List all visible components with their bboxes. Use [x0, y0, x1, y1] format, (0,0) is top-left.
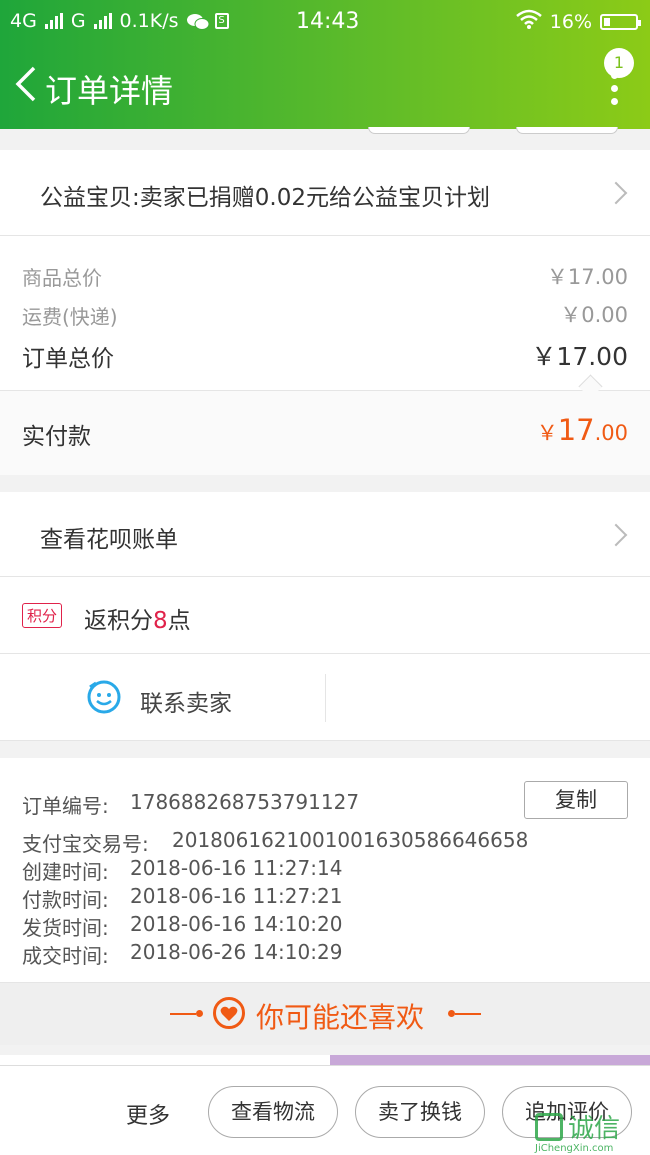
points-tag: 积分: [22, 603, 63, 628]
alipay-no-label: 支付宝交易号:: [22, 832, 149, 856]
dot-left: [196, 1010, 203, 1017]
copy-button[interactable]: 复制: [524, 781, 628, 819]
order-total-label: 订单总价: [22, 346, 114, 372]
signal-icon-2: [93, 13, 112, 29]
contact-seller-label: 联系卖家: [140, 691, 232, 717]
battery-percent: 16%: [549, 10, 592, 33]
nav-bar: 订单详情 1: [0, 42, 650, 129]
paid-time-value: 2018-06-16 11:27:21: [130, 884, 343, 908]
product-card-right[interactable]: [330, 1055, 650, 1065]
clock: 14:43: [296, 9, 360, 34]
wechat-icon: [186, 13, 210, 30]
paid-integer: 17: [557, 413, 595, 447]
contact-bar: 联系卖家: [0, 654, 650, 740]
paid-row: 实付款 ￥17.00: [0, 391, 650, 475]
shipping-label: 运费(快递): [22, 305, 118, 329]
paid-label: 实付款: [22, 424, 91, 450]
page-title: 订单详情: [45, 72, 174, 110]
chevron-right-icon: [604, 181, 628, 205]
shipped-time-label: 发货时间:: [22, 916, 109, 940]
order-total-value: ￥17.00: [531, 342, 628, 371]
order-no-value: 178688268753791127: [130, 790, 360, 814]
status-bar: 4G G 0.1K/s S 14:43 16%: [0, 0, 650, 42]
closed-time-value: 2018-06-26 14:10:29: [130, 940, 343, 964]
closed-time-label: 成交时间:: [22, 944, 109, 968]
sim-icon: S: [214, 13, 229, 29]
created-time-label: 创建时间:: [22, 860, 109, 884]
recommend-header: 你可能还喜欢: [0, 983, 650, 1045]
points-row: 积分 返积分8点: [0, 577, 650, 653]
more-menu-button[interactable]: [608, 72, 620, 112]
points-number: 8: [153, 608, 168, 634]
watermark-url: JiChengXin.com: [535, 1143, 614, 1154]
signal-icon: [44, 13, 63, 29]
created-time-value: 2018-06-16 11:27:14: [130, 856, 343, 880]
site-watermark: 诚信 JiChengXin.com: [535, 1108, 620, 1154]
chevron-right-icon: [604, 523, 628, 547]
paid-decimal: .00: [594, 421, 628, 445]
points-text: 返积分8点: [84, 601, 191, 635]
wifi-icon: [515, 9, 542, 34]
net-speed: 0.1K/s: [119, 10, 179, 32]
dot-right: [448, 1010, 455, 1017]
order-no-label: 订单编号:: [22, 794, 109, 818]
alipay-no-value: 2018061621001001630586646658: [172, 828, 529, 852]
collapsed-buttons-edge: [0, 127, 650, 149]
shipped-time-value: 2018-06-16 14:10:20: [130, 912, 343, 936]
heart-icon: [212, 996, 246, 1034]
order-info: 订单编号: 178688268753791127 复制 支付宝交易号: 2018…: [0, 758, 650, 982]
charity-row[interactable]: 公益宝贝:卖家已捐赠0.02元给公益宝贝计划: [0, 150, 650, 235]
huabei-bill-row[interactable]: 查看花呗账单: [0, 492, 650, 576]
watermark-text: 诚信: [568, 1114, 621, 1144]
divider-vertical: [325, 674, 326, 722]
points-prefix: 返积分: [84, 608, 153, 634]
goods-total-label: 商品总价: [22, 266, 102, 290]
shipping-value: ￥0.00: [560, 303, 628, 327]
watermark-logo-icon: [535, 1112, 563, 1141]
network-label: 4G: [10, 10, 37, 32]
dash-left: [170, 1013, 196, 1015]
product-card-left[interactable]: [0, 1055, 330, 1065]
paid-amount: ￥17.00: [537, 413, 628, 447]
battery-icon: [600, 13, 641, 30]
back-button[interactable]: [12, 64, 42, 104]
contact-seller-button[interactable]: 联系卖家: [0, 654, 325, 740]
resell-button[interactable]: 卖了换钱: [355, 1086, 485, 1138]
more-button[interactable]: 更多: [126, 1098, 170, 1130]
recommend-title: 你可能还喜欢: [256, 1001, 425, 1034]
goods-total-value: ￥17.00: [546, 265, 628, 289]
chevron-left-icon: [15, 66, 36, 102]
dash-right: [455, 1013, 481, 1015]
points-suffix: 点: [167, 608, 191, 634]
paid-time-label: 付款时间:: [22, 888, 109, 912]
charity-text: 公益宝贝:卖家已捐赠0.02元给公益宝贝计划: [40, 185, 490, 211]
chat-smile-icon: [86, 679, 122, 719]
message-badge: 1: [604, 48, 634, 78]
currency-symbol: ￥: [536, 421, 558, 445]
huabei-text: 查看花呗账单: [40, 527, 178, 553]
network-label-2: G: [70, 10, 86, 32]
price-summary: 商品总价 ￥17.00 运费(快递) ￥0.00 订单总价 ￥17.00: [0, 236, 650, 390]
view-logistics-button[interactable]: 查看物流: [208, 1086, 338, 1138]
